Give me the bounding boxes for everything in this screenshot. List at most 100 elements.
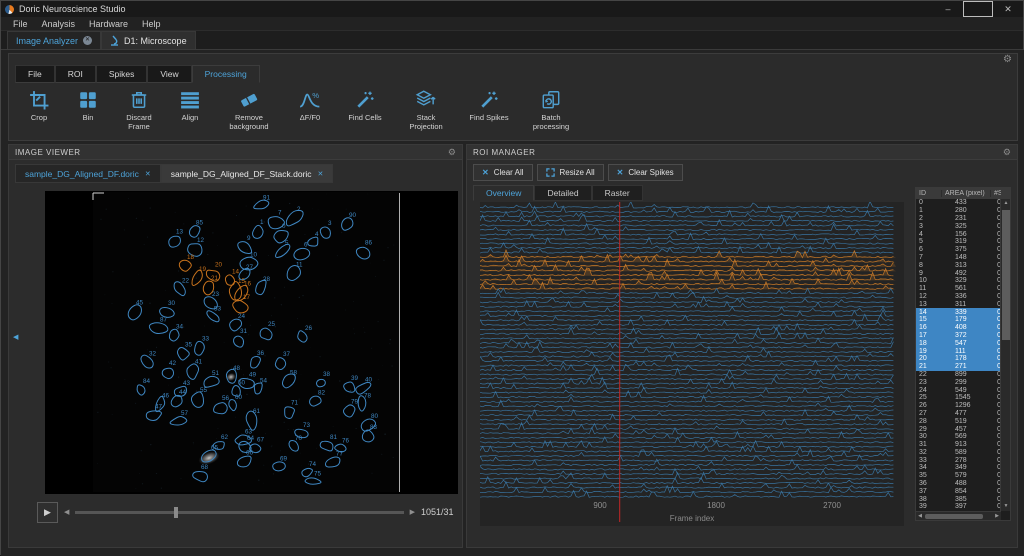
scroll-up-icon[interactable]: ▲	[1001, 199, 1011, 208]
restore-button[interactable]	[963, 1, 993, 17]
table-vertical-scrollbar[interactable]: ▲ ▼	[1000, 199, 1010, 511]
table-row[interactable]: 63750	[916, 246, 1001, 254]
roi-tab-raster[interactable]: Raster	[592, 185, 643, 201]
discard-frame-button[interactable]: Discard Frame	[117, 87, 161, 131]
resize-all-button[interactable]: Resize All	[537, 164, 604, 181]
remove-background-button[interactable]: Remove background	[219, 87, 279, 131]
frame-slider[interactable]	[75, 511, 403, 514]
svg-text:24: 24	[238, 313, 246, 320]
cell-id: 23	[916, 379, 942, 386]
horizontal-scroll-thumb[interactable]	[925, 514, 983, 519]
tab-image-analyzer[interactable]: Image Analyzer ✕	[7, 31, 101, 49]
batch-processing-button[interactable]: Batch processing	[524, 87, 578, 131]
dff0-button[interactable]: % ΔF/F0	[288, 87, 332, 122]
column-id[interactable]: ID	[916, 190, 942, 197]
menu-hardware[interactable]: Hardware	[82, 19, 135, 29]
table-row[interactable]: 305690	[916, 433, 1001, 441]
close-doc-tab-icon[interactable]: ✕	[145, 170, 151, 178]
table-row[interactable]: 22310	[916, 215, 1001, 223]
table-row[interactable]: 201780	[916, 355, 1001, 363]
slider-right-arrow-icon[interactable]: ▶	[410, 508, 415, 516]
table-row[interactable]: 41560	[916, 230, 1001, 238]
table-row[interactable]: 274770	[916, 410, 1001, 418]
collapse-panel-icon[interactable]: ◀	[13, 333, 18, 341]
menu-analysis[interactable]: Analysis	[35, 19, 83, 29]
table-row[interactable]: 103290	[916, 277, 1001, 285]
table-row[interactable]: 133110	[916, 300, 1001, 308]
column-area[interactable]: AREA (pixel)	[942, 190, 991, 197]
stack-projection-button[interactable]: Stack Projection	[398, 87, 454, 131]
table-row[interactable]: 83130	[916, 261, 1001, 269]
table-row[interactable]: 232990	[916, 378, 1001, 386]
find-spikes-button[interactable]: Find Spikes	[463, 87, 515, 122]
menu-help[interactable]: Help	[135, 19, 168, 29]
table-row[interactable]: 228990	[916, 371, 1001, 379]
table-row[interactable]: 115610	[916, 285, 1001, 293]
table-row[interactable]: 285190	[916, 417, 1001, 425]
table-row[interactable]: 164080	[916, 324, 1001, 332]
table-row[interactable]: 94920	[916, 269, 1001, 277]
table-row[interactable]: 12800	[916, 207, 1001, 215]
menu-file[interactable]: File	[6, 19, 35, 29]
table-row[interactable]: 355790	[916, 472, 1001, 480]
table-row[interactable]: 2515450	[916, 394, 1001, 402]
close-doc-tab-icon[interactable]: ✕	[318, 170, 324, 178]
ribbon-tab-file[interactable]: File	[15, 65, 55, 83]
table-row[interactable]: 53190	[916, 238, 1001, 246]
image-viewer-gear-icon[interactable]: ⚙	[448, 147, 456, 158]
ribbon-gear-icon[interactable]: ⚙	[1003, 54, 1012, 65]
clear-spikes-button[interactable]: ✕Clear Spikes	[608, 164, 683, 181]
crop-button[interactable]: Crop	[19, 87, 59, 122]
table-row[interactable]: 332780	[916, 456, 1001, 464]
scroll-right-icon[interactable]: ▶	[993, 512, 1001, 521]
close-button[interactable]: ✕	[993, 1, 1023, 17]
vertical-scroll-thumb[interactable]	[1002, 210, 1010, 340]
slider-left-arrow-icon[interactable]: ◀	[64, 508, 69, 516]
traces-plot[interactable]: 90018002700Frame index	[480, 202, 904, 526]
table-row[interactable]: 343490	[916, 464, 1001, 472]
play-button[interactable]: ▶	[37, 502, 58, 523]
table-row[interactable]: 212710	[916, 363, 1001, 371]
find-cells-button[interactable]: Find Cells	[341, 87, 389, 122]
ribbon-tab-roi[interactable]: ROI	[55, 65, 96, 83]
bin-button[interactable]: Bin	[68, 87, 108, 122]
scroll-down-icon[interactable]: ▼	[1001, 502, 1011, 511]
tab-d1-microscope[interactable]: D1: Microscope	[101, 31, 196, 49]
minimize-button[interactable]: –	[933, 1, 963, 17]
roi-tab-overview[interactable]: Overview	[473, 185, 534, 201]
table-row[interactable]: 378540	[916, 487, 1001, 495]
table-row[interactable]: 393970	[916, 503, 1001, 511]
scroll-left-icon[interactable]: ◀	[916, 512, 924, 521]
table-row[interactable]: 71480	[916, 254, 1001, 262]
table-horizontal-scrollbar[interactable]: ◀ ▶	[916, 511, 1001, 520]
image-canvas[interactable]: 9172109034568685131291027112818192021141…	[45, 191, 458, 494]
table-row[interactable]: 173720	[916, 332, 1001, 340]
table-row[interactable]: 383850	[916, 495, 1001, 503]
doc-tab-0[interactable]: sample_DG_Aligned_DF.doric✕	[15, 164, 161, 183]
ribbon-tab-spikes[interactable]: Spikes	[96, 65, 148, 83]
clear-all-button[interactable]: ✕Clear All	[473, 164, 533, 181]
frame-slider-thumb[interactable]	[174, 507, 178, 518]
doc-tab-1[interactable]: sample_DG_Aligned_DF_Stack.doric✕	[161, 164, 334, 183]
column-spikes[interactable]: #S	[991, 190, 1001, 197]
table-row[interactable]: 2612960	[916, 402, 1001, 410]
ribbon-tab-view[interactable]: View	[147, 65, 191, 83]
table-row[interactable]: 143390	[916, 308, 1001, 316]
table-row[interactable]: 33250	[916, 222, 1001, 230]
table-row[interactable]: 04330	[916, 199, 1001, 207]
table-row[interactable]: 185470	[916, 339, 1001, 347]
table-row[interactable]: 245490	[916, 386, 1001, 394]
table-row[interactable]: 123360	[916, 293, 1001, 301]
close-tab-icon[interactable]: ✕	[83, 36, 92, 45]
table-row[interactable]: 364880	[916, 480, 1001, 488]
roi-manager-gear-icon[interactable]: ⚙	[1003, 147, 1011, 158]
align-button[interactable]: Align	[170, 87, 210, 122]
ribbon-tab-processing[interactable]: Processing	[192, 65, 260, 83]
table-row[interactable]: 325890	[916, 449, 1001, 457]
roi-tab-detailed[interactable]: Detailed	[534, 185, 591, 201]
table-row[interactable]: 294570	[916, 425, 1001, 433]
table-row[interactable]: 191110	[916, 347, 1001, 355]
cell-area: 549	[942, 387, 991, 394]
table-row[interactable]: 151790	[916, 316, 1001, 324]
table-row[interactable]: 319130	[916, 441, 1001, 449]
